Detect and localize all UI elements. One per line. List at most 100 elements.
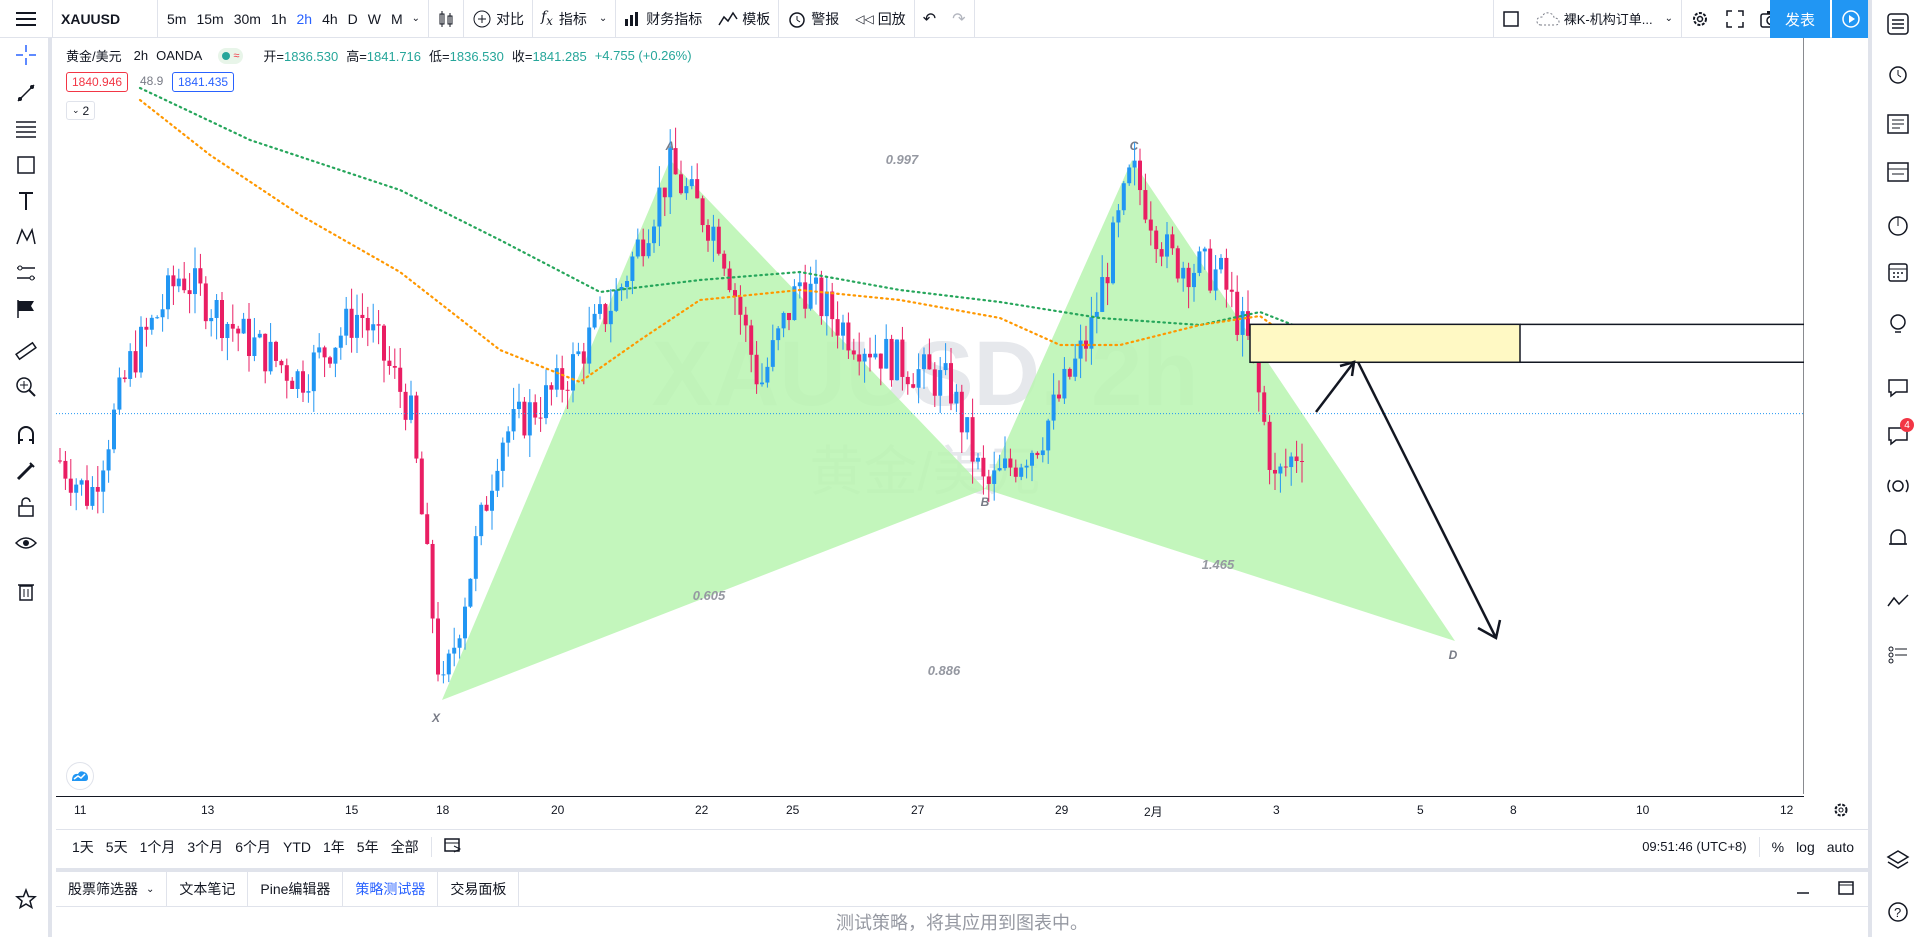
alert-button[interactable]: 警报 xyxy=(779,0,847,38)
dom-icon[interactable] xyxy=(1884,640,1912,668)
zoom-in-icon[interactable] xyxy=(13,374,39,400)
play-icon[interactable] xyxy=(1832,0,1870,38)
draw-mode-icon[interactable] xyxy=(13,458,39,484)
candle-body xyxy=(603,304,608,325)
fullscreen-toggle-icon[interactable] xyxy=(1494,0,1528,38)
templates-button[interactable]: 模板 xyxy=(710,0,778,38)
compare-button[interactable]: 对比 xyxy=(464,0,532,38)
help-icon[interactable]: ? xyxy=(1884,898,1912,926)
settings-gear-icon[interactable] xyxy=(1682,0,1718,38)
bid-button[interactable]: 1840.946 xyxy=(66,72,129,92)
price-chart[interactable]: XAUUSD, 2h黄金/美元 XABCD0.9970.6050.8861.46… xyxy=(56,38,1804,794)
redo-icon[interactable]: ↷ xyxy=(944,0,973,38)
crosshair-icon[interactable] xyxy=(13,42,39,68)
fullscreen-icon[interactable] xyxy=(1718,0,1752,38)
clock-timezone[interactable]: 09:51:46 (UTC+8) xyxy=(1636,839,1752,854)
watchlist-icon[interactable] xyxy=(1884,10,1912,38)
candle-body xyxy=(90,487,95,506)
range-5y[interactable]: 5年 xyxy=(351,837,385,857)
interval-15m[interactable]: 15m xyxy=(191,11,228,27)
projection-icon[interactable] xyxy=(13,260,39,286)
time-tick: 18 xyxy=(436,803,450,817)
chat-icon[interactable] xyxy=(1884,374,1912,402)
calendar-icon[interactable] xyxy=(1884,258,1912,286)
log-toggle[interactable]: log xyxy=(1790,839,1821,855)
interval-5m[interactable]: 5m xyxy=(162,11,191,27)
publish-button[interactable]: 发表 xyxy=(1770,0,1830,38)
range-ytd[interactable]: YTD xyxy=(277,839,317,855)
range-1d[interactable]: 1天 xyxy=(66,837,100,857)
tab-text-notes[interactable]: 文本笔记 xyxy=(167,872,249,906)
range-all[interactable]: 全部 xyxy=(385,837,425,857)
maximize-icon[interactable] xyxy=(1824,880,1868,898)
alarm-clock-icon[interactable] xyxy=(1884,60,1912,88)
tab-pine-editor[interactable]: Pine编辑器 xyxy=(248,872,344,906)
eye-icon[interactable] xyxy=(13,530,39,556)
news-icon[interactable] xyxy=(1884,110,1912,138)
rectangle-icon[interactable] xyxy=(13,152,39,178)
legend-pair[interactable]: 黄金/美元 xyxy=(66,46,122,65)
menu-icon[interactable] xyxy=(0,0,52,38)
time-axis[interactable]: 11 13 15 18 20 22 25 27 29 2月 3 5 8 10 1… xyxy=(56,796,1848,824)
axis-settings-icon[interactable] xyxy=(1832,801,1850,822)
interval-1h[interactable]: 1h xyxy=(266,11,292,27)
range-6m[interactable]: 6个月 xyxy=(229,837,277,857)
layers-icon[interactable] xyxy=(1884,846,1912,874)
trash-icon[interactable] xyxy=(13,578,39,604)
interval-4h[interactable]: 4h xyxy=(317,11,343,27)
ideas-bulb-icon[interactable] xyxy=(1884,310,1912,338)
market-status-icon[interactable]: ≈ xyxy=(218,47,244,64)
legend-collapse-button[interactable]: ⌄ 2 xyxy=(66,101,96,120)
interval-w[interactable]: W xyxy=(363,11,386,27)
magnet-icon[interactable] xyxy=(13,422,39,448)
layout-button[interactable]: 裸K-机构订单... ⌄ xyxy=(1528,0,1681,38)
interval-m[interactable]: M xyxy=(386,11,408,27)
range-1m[interactable]: 1个月 xyxy=(134,837,182,857)
financials-button[interactable]: 财务指标 xyxy=(616,0,710,38)
trend-chart-icon[interactable] xyxy=(1884,588,1912,616)
interval-30m[interactable]: 30m xyxy=(229,11,266,27)
data-window-icon[interactable] xyxy=(1884,158,1912,186)
star-icon[interactable] xyxy=(13,886,39,912)
legend-source[interactable]: OANDA xyxy=(156,48,202,63)
goto-date-icon[interactable] xyxy=(438,837,468,856)
signals-icon[interactable] xyxy=(1884,472,1912,500)
chart-type-button[interactable] xyxy=(429,0,463,38)
interval-d[interactable]: D xyxy=(343,11,363,27)
fib-lines-icon[interactable] xyxy=(13,116,39,142)
chevron-down-icon[interactable]: ⌄ xyxy=(408,13,424,24)
tradingview-logo-icon[interactable] xyxy=(66,762,94,790)
range-5d[interactable]: 5天 xyxy=(100,837,134,857)
percent-toggle[interactable]: % xyxy=(1766,839,1790,855)
bell-icon[interactable] xyxy=(1884,524,1912,552)
interval-2h[interactable]: 2h xyxy=(292,11,318,27)
candle-body xyxy=(1154,230,1159,250)
ruler-icon[interactable] xyxy=(13,338,39,364)
tab-trading-panel[interactable]: 交易面板 xyxy=(438,872,520,906)
minimize-icon[interactable] xyxy=(1782,881,1824,898)
candle-body xyxy=(738,296,743,315)
candle-body xyxy=(430,543,435,619)
indicators-button[interactable]: fx 指标 ⌄ xyxy=(533,0,615,38)
chevron-down-icon[interactable]: ⌄ xyxy=(599,13,607,24)
notifications-icon[interactable]: 4 xyxy=(1884,418,1914,450)
range-1y[interactable]: 1年 xyxy=(317,837,351,857)
undo-icon[interactable]: ↶ xyxy=(915,0,944,38)
trend-line-icon[interactable] xyxy=(13,80,39,106)
auto-toggle[interactable]: auto xyxy=(1821,839,1860,855)
lock-icon[interactable] xyxy=(13,494,39,520)
pattern-icon[interactable] xyxy=(13,224,39,250)
chevron-down-icon[interactable]: ⌄ xyxy=(146,884,154,895)
symbol-search[interactable]: XAUUSD xyxy=(53,0,157,38)
ask-button[interactable]: 1841.435 xyxy=(172,72,235,92)
legend-interval[interactable]: 2h xyxy=(134,48,148,63)
hotlist-icon[interactable] xyxy=(1884,212,1912,240)
replay-button[interactable]: ◁◁ 回放 xyxy=(847,0,913,38)
text-icon[interactable] xyxy=(13,188,39,214)
range-3m[interactable]: 3个月 xyxy=(181,837,229,857)
candle-body xyxy=(673,148,678,175)
flag-icon[interactable] xyxy=(13,296,39,322)
chevron-down-icon[interactable]: ⌄ xyxy=(1665,13,1673,24)
tab-strategy-tester[interactable]: 策略测试器 xyxy=(343,872,439,906)
tab-stock-screener[interactable]: 股票筛选器 ⌄ xyxy=(56,872,168,906)
